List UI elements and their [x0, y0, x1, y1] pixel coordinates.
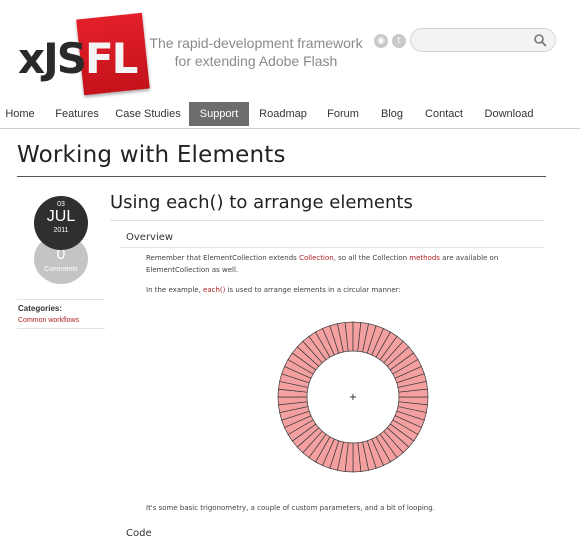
- code-heading: Code: [126, 528, 152, 539]
- twitter-glyph: t: [397, 36, 401, 46]
- category-link[interactable]: Common workflows: [18, 317, 79, 324]
- nav-roadmap[interactable]: Roadmap: [258, 102, 308, 126]
- title-divider: [17, 176, 546, 177]
- circular-elements-figure: +: [277, 321, 429, 473]
- para1-text-3: are available on: [439, 254, 499, 262]
- nav-support[interactable]: Support: [189, 102, 249, 126]
- nav-download[interactable]: Download: [482, 102, 536, 126]
- search-icon[interactable]: [533, 33, 547, 47]
- collection-link[interactable]: Collection: [299, 254, 334, 262]
- overview-paragraph-2: In the example, each() is used to arrang…: [146, 284, 526, 296]
- logo[interactable]: xJSFL: [16, 12, 150, 96]
- twitter-icon[interactable]: t: [392, 34, 406, 48]
- para1-text-1: Remember that ElementCollection extends: [146, 254, 300, 262]
- nav-contact[interactable]: Contact: [422, 102, 466, 126]
- para1-text-2: , so all the Collection: [333, 254, 410, 262]
- date-badge: 03 JUL 2011: [34, 196, 88, 250]
- nav-features[interactable]: Features: [52, 102, 102, 126]
- logo-text-dark: xJS: [18, 34, 87, 83]
- nav-home[interactable]: Home: [0, 102, 40, 126]
- methods-link[interactable]: methods: [409, 254, 440, 262]
- overview-divider: [120, 247, 544, 248]
- page-title: Working with Elements: [17, 142, 286, 168]
- categories-label: Categories:: [18, 304, 63, 313]
- search-box: [410, 28, 556, 53]
- main-nav: Home Features Case Studies Support Roadm…: [0, 102, 580, 129]
- para1-text-4: ElementCollection as well.: [146, 266, 239, 274]
- search-input[interactable]: [421, 29, 543, 53]
- nav-blog[interactable]: Blog: [377, 102, 407, 126]
- sidebar-divider: [17, 328, 105, 329]
- comments-label: Comments: [44, 266, 78, 273]
- nav-case-studies[interactable]: Case Studies: [114, 102, 182, 126]
- center-mark: +: [349, 392, 357, 403]
- article-title: Using each() to arrange elements: [110, 192, 413, 213]
- article-title-divider: [110, 220, 544, 221]
- nav-forum[interactable]: Forum: [323, 102, 363, 126]
- overview-paragraph-1: Remember that ElementCollection extends …: [146, 252, 526, 276]
- logo-text-light: FL: [84, 34, 138, 83]
- rss-icon[interactable]: ◉: [374, 34, 388, 48]
- tagline: The rapid-development framework for exte…: [146, 34, 366, 70]
- rss-glyph: ◉: [377, 36, 385, 46]
- tagline-line-1: The rapid-development framework: [149, 35, 363, 51]
- sidebar-divider: [17, 299, 105, 300]
- each-link[interactable]: each(): [203, 286, 225, 294]
- overview-heading: Overview: [126, 232, 174, 243]
- logo-text: xJSFL: [18, 34, 138, 84]
- date-day: 03: [57, 201, 65, 208]
- para2-text-1: In the example,: [146, 286, 204, 294]
- summary-paragraph: It's some basic trigonometry, a couple o…: [146, 504, 435, 512]
- date-year: 2011: [53, 227, 69, 234]
- date-month: JUL: [46, 208, 76, 225]
- para2-text-2: is used to arrange elements in a circula…: [225, 286, 401, 294]
- tagline-line-2: for extending Adobe Flash: [174, 53, 338, 69]
